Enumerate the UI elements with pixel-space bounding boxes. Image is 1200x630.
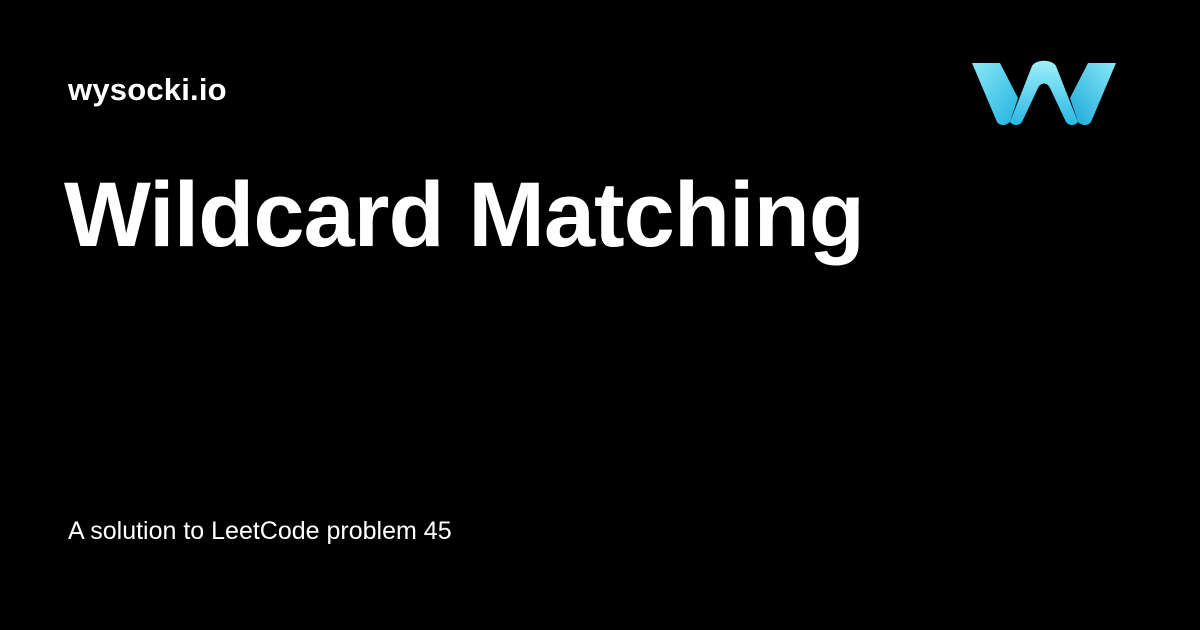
wysocki-w-logo-icon (972, 60, 1116, 125)
logo-left-wing (972, 63, 1018, 125)
page-subtitle: A solution to LeetCode problem 45 (68, 517, 452, 545)
social-card: wysocki.io Wildcard Matching A solution … (0, 0, 1200, 630)
logo-right-wing (1070, 63, 1116, 125)
site-name: wysocki.io (68, 72, 227, 107)
logo-middle-arch (1010, 60, 1078, 125)
page-title: Wildcard Matching (64, 164, 865, 266)
